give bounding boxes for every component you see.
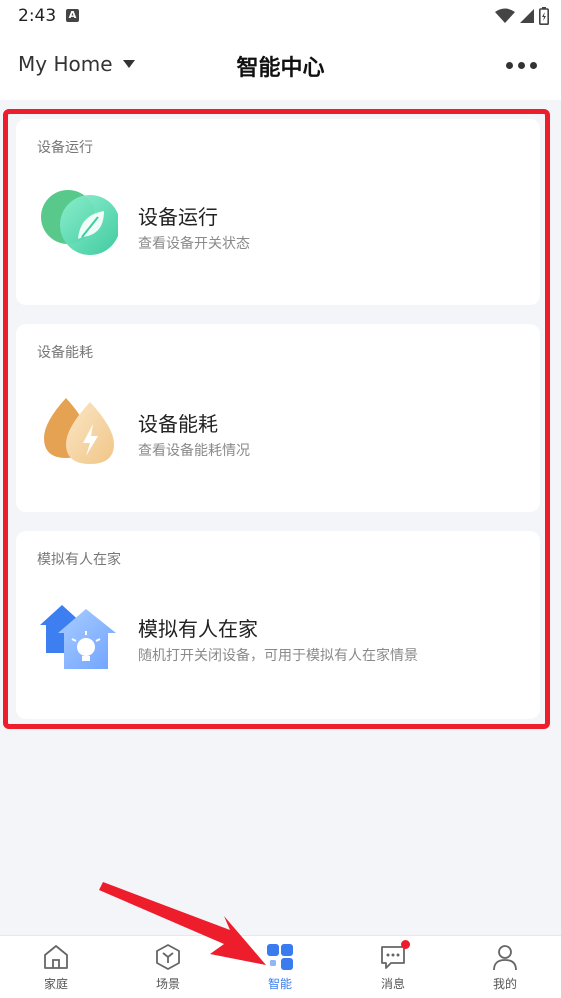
nav-item-messages[interactable]: 消息: [353, 936, 433, 998]
card-description: 查看设备开关状态: [138, 236, 250, 252]
nav-item-smart[interactable]: 智能: [240, 936, 320, 998]
app-header: My Home 智能中心: [0, 32, 561, 100]
leaf-icon: [41, 190, 118, 255]
nav-item-profile[interactable]: 我的: [465, 936, 545, 998]
status-icons: [495, 7, 549, 25]
device-running-card[interactable]: 设备运行 设备运行 查看设备开关状态: [16, 119, 540, 305]
wifi-icon: [495, 8, 515, 23]
dot-icon: [530, 62, 537, 69]
nav-label: 我的: [492, 977, 517, 991]
scene-icon: [156, 944, 180, 970]
smart-grid-icon: [267, 944, 293, 970]
card-description: 查看设备能耗情况: [138, 443, 250, 459]
nav-label: 场景: [155, 977, 180, 991]
caret-down-icon: [122, 60, 135, 68]
nav-item-scene[interactable]: 场景: [128, 936, 208, 998]
card-title: 模拟有人在家: [138, 617, 258, 641]
notification-a-icon: A: [66, 9, 79, 22]
status-time: 2:43: [18, 6, 57, 26]
home-icon: [44, 945, 68, 969]
device-energy-card[interactable]: 设备能耗 设备能耗 查看设备能耗情况: [16, 324, 540, 512]
nav-label: 消息: [380, 977, 405, 991]
card-description: 随机打开关闭设备，可用于模拟有人在家情景: [138, 648, 418, 664]
signal-icon: [520, 9, 534, 23]
unread-badge: [401, 940, 410, 949]
nav-label: 智能: [267, 977, 292, 991]
card-section-label: 模拟有人在家: [37, 552, 121, 568]
card-title: 设备能耗: [138, 412, 218, 436]
home-selector[interactable]: My Home: [18, 52, 135, 76]
nav-item-home[interactable]: 家庭: [16, 936, 96, 998]
card-section-label: 设备运行: [37, 140, 93, 156]
profile-icon: [493, 945, 517, 971]
dot-icon: [506, 62, 513, 69]
nav-label: 家庭: [43, 977, 68, 991]
home-name: My Home: [18, 52, 113, 76]
simulate-home-card[interactable]: 模拟有人在家 模拟有人在家 随机打开关闭设备，可用于模拟有人在家情景: [16, 531, 540, 719]
more-options-button[interactable]: [506, 62, 537, 69]
energy-drop-icon: [44, 398, 114, 464]
bottom-nav: 家庭 场景 智能 消息 我的: [0, 935, 561, 998]
dot-icon: [518, 62, 525, 69]
house-bulb-icon: [40, 605, 116, 669]
card-title: 设备运行: [138, 205, 218, 229]
battery-icon: [539, 7, 549, 25]
status-bar: 2:43 A: [0, 0, 561, 32]
card-section-label: 设备能耗: [37, 345, 93, 361]
